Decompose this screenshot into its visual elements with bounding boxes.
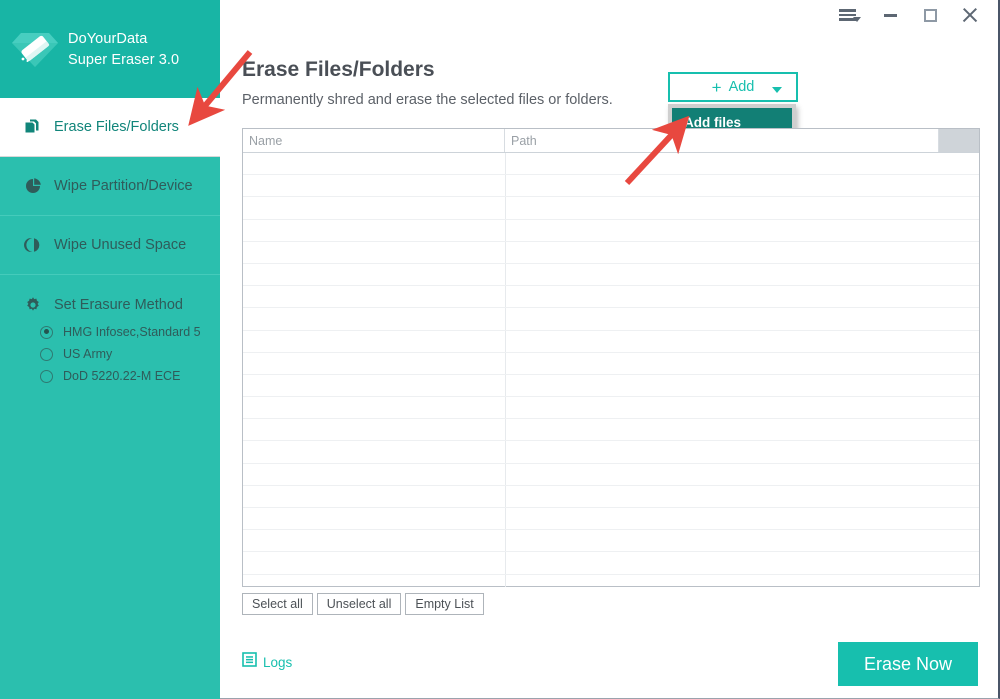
add-button[interactable]: + Add	[668, 72, 798, 102]
add-control-group: + Add Add files Add folders	[668, 72, 798, 171]
table-row[interactable]	[243, 419, 979, 442]
radio-indicator	[40, 369, 53, 383]
sidebar: DoYourData Super Eraser 3.0 Erase Files/…	[0, 0, 220, 699]
erase-now-button[interactable]: Erase Now	[838, 642, 978, 686]
minimize-icon	[883, 13, 897, 17]
radio-indicator	[40, 325, 53, 339]
table-row[interactable]	[243, 530, 979, 553]
list-action-buttons: Select all Unselect all Empty List	[242, 593, 488, 615]
main-content: Erase Files/Folders Permanently shred an…	[220, 30, 998, 698]
diamond-eraser-logo-icon	[8, 23, 62, 75]
radio-label: DoD 5220.22-M ECE	[63, 369, 181, 383]
minimize-button[interactable]	[870, 1, 910, 29]
gear-icon	[20, 296, 46, 314]
brand-line-2: Super Eraser 3.0	[68, 51, 180, 68]
page-title: Erase Files/Folders	[242, 58, 435, 81]
close-icon	[962, 7, 978, 23]
table-row[interactable]	[243, 441, 979, 464]
table-row[interactable]	[243, 153, 979, 176]
radio-label: US Army	[63, 347, 113, 361]
sidebar-item-label: Wipe Unused Space	[54, 237, 187, 253]
select-all-button[interactable]: Select all	[242, 593, 313, 615]
brand-header: DoYourData Super Eraser 3.0	[0, 0, 220, 98]
table-row[interactable]	[243, 485, 979, 508]
table-row[interactable]	[243, 219, 979, 242]
unselect-all-button[interactable]: Unselect all	[316, 593, 402, 615]
add-button-label: Add	[728, 79, 755, 95]
title-bar	[220, 0, 998, 30]
radio-dod-5220[interactable]: DoD 5220.22-M ECE	[0, 365, 220, 387]
logs-list-icon	[242, 652, 257, 672]
file-list-table[interactable]: Name Path	[242, 128, 980, 587]
table-row[interactable]	[243, 175, 979, 198]
sidebar-item-wipe-unused-space[interactable]: Wipe Unused Space	[0, 216, 220, 275]
maximize-button[interactable]	[910, 1, 950, 29]
table-row[interactable]	[243, 552, 979, 575]
radio-indicator	[40, 347, 53, 361]
page-subtitle: Permanently shred and erase the selected…	[242, 92, 613, 108]
plus-icon: +	[711, 77, 722, 97]
table-header-row: Name Path	[243, 129, 979, 153]
sidebar-item-erase-files-folders[interactable]: Erase Files/Folders	[0, 98, 220, 157]
column-header-path[interactable]: Path	[505, 129, 939, 152]
files-icon	[20, 118, 46, 136]
logs-label: Logs	[263, 654, 293, 670]
table-row[interactable]	[243, 374, 979, 398]
erasure-method-heading: Set Erasure Method	[0, 289, 220, 321]
table-row[interactable]	[243, 397, 979, 420]
erasure-method-section: Set Erasure Method HMG Infosec,Standard …	[0, 275, 220, 387]
table-row[interactable]	[243, 197, 979, 220]
table-row[interactable]	[243, 463, 979, 486]
table-row[interactable]	[243, 308, 979, 331]
brand-title: DoYourData Super Eraser 3.0	[68, 29, 179, 70]
menu-button[interactable]	[830, 1, 870, 29]
application-window: DoYourData Super Eraser 3.0 Erase Files/…	[0, 0, 1000, 699]
maximize-icon	[923, 8, 937, 22]
column-header-name[interactable]: Name	[243, 129, 505, 152]
radio-hmg-infosec[interactable]: HMG Infosec,Standard 5	[0, 321, 220, 343]
sidebar-item-label: Erase Files/Folders	[54, 119, 179, 135]
logs-button[interactable]: Logs	[242, 652, 292, 672]
table-row[interactable]	[243, 286, 979, 309]
hamburger-menu-icon	[839, 8, 861, 22]
brand-line-1: DoYourData	[68, 30, 148, 47]
radio-us-army[interactable]: US Army	[0, 343, 220, 365]
erasure-method-label: Set Erasure Method	[54, 297, 183, 313]
table-body[interactable]	[243, 153, 979, 587]
pie-partial-icon	[20, 236, 46, 254]
table-row[interactable]	[243, 352, 979, 375]
chevron-down-icon	[772, 87, 782, 93]
column-header-filler	[939, 129, 979, 152]
pie-disk-icon	[20, 177, 46, 195]
sidebar-item-wipe-partition-device[interactable]: Wipe Partition/Device	[0, 157, 220, 216]
table-row[interactable]	[243, 263, 979, 287]
radio-label: HMG Infosec,Standard 5	[63, 325, 201, 339]
close-button[interactable]	[950, 1, 990, 29]
table-row[interactable]	[243, 574, 979, 587]
table-row[interactable]	[243, 330, 979, 353]
empty-list-button[interactable]: Empty List	[405, 593, 484, 615]
table-row[interactable]	[243, 241, 979, 264]
sidebar-item-label: Wipe Partition/Device	[54, 178, 193, 194]
table-row[interactable]	[243, 508, 979, 531]
